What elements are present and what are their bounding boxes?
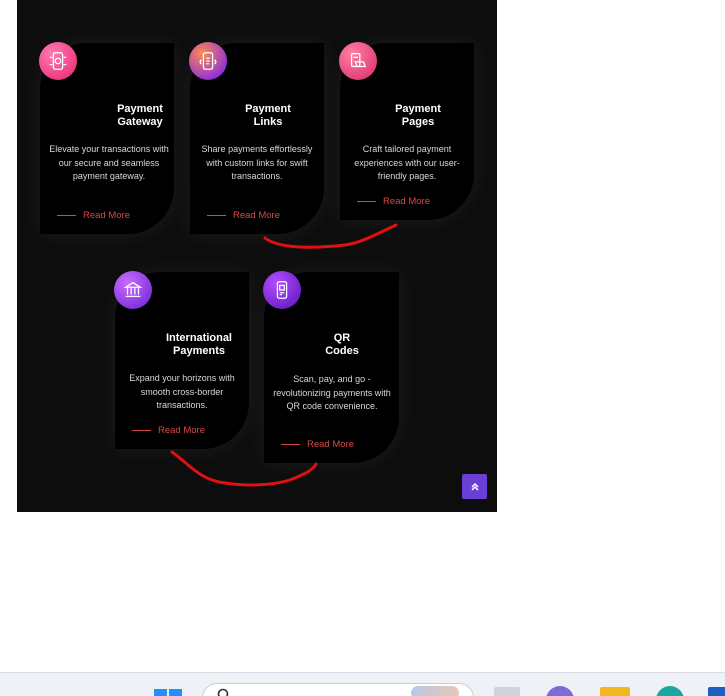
qr-phone-icon [263, 271, 301, 309]
payment-gateway-icon [39, 42, 77, 80]
card-title-line1: Payment [117, 103, 163, 115]
windows-taskbar [0, 672, 725, 696]
read-more-label: Read More [233, 210, 280, 221]
bank-icon [114, 271, 152, 309]
card-title: QR Codes [287, 332, 397, 358]
read-more-line [357, 201, 376, 202]
read-more-line [132, 430, 151, 431]
double-chevron-up-icon [470, 482, 479, 491]
card-title-line2: Pages [401, 116, 435, 128]
card-description: Expand your horizons with smooth cross-b… [129, 373, 235, 410]
card-title-line2: Codes [325, 345, 359, 357]
card-title: International Payments [144, 332, 254, 358]
card-title-line2: Links [253, 116, 283, 128]
windows-start-icon[interactable] [154, 685, 182, 696]
file-explorer-icon[interactable] [600, 687, 630, 696]
card-title: Payment Pages [363, 103, 473, 129]
edge-browser-icon[interactable] [656, 686, 684, 696]
taskbar-app-icon[interactable] [708, 687, 725, 696]
search-icon [217, 688, 229, 696]
card-title-line1: QR [333, 332, 351, 344]
scroll-to-top-button[interactable] [462, 474, 487, 499]
services-panel: Payment Gateway Elevate your transaction… [17, 0, 497, 512]
card-description: Scan, pay, and go - revolutionizing paym… [273, 374, 391, 411]
taskbar-app-icon[interactable] [494, 687, 520, 696]
read-more-label: Read More [383, 196, 430, 207]
card-title-line2: Gateway [117, 116, 163, 128]
read-more-line [207, 215, 226, 216]
read-more-link[interactable]: Read More [57, 210, 130, 221]
payment-pages-icon [339, 42, 377, 80]
read-more-link[interactable]: Read More [207, 210, 280, 221]
card-title-line2: Payments [173, 345, 225, 357]
card-description: Craft tailored payment experiences with … [354, 144, 460, 181]
read-more-line [281, 444, 300, 445]
search-input[interactable] [202, 683, 474, 696]
read-more-link[interactable]: Read More [281, 439, 354, 450]
card-description: Share payments effortlessly with custom … [201, 144, 313, 181]
card-title-line1: Payment [245, 103, 291, 115]
taskbar-app-icon[interactable] [546, 686, 574, 696]
card-title-line1: Payment [395, 103, 441, 115]
read-more-line [57, 215, 76, 216]
card-title: Payment Gateway [85, 103, 195, 129]
card-title: Payment Links [213, 103, 323, 129]
read-more-link[interactable]: Read More [357, 196, 430, 207]
payment-links-icon [189, 42, 227, 80]
screenshot-stage: Payment Gateway Elevate your transaction… [0, 0, 725, 696]
read-more-label: Read More [158, 425, 205, 436]
read-more-label: Read More [83, 210, 130, 221]
card-description: Elevate your transactions with our secur… [49, 144, 169, 181]
read-more-link[interactable]: Read More [132, 425, 205, 436]
search-highlight-image [411, 686, 459, 696]
card-title-line1: International [165, 332, 232, 344]
read-more-label: Read More [307, 439, 354, 450]
